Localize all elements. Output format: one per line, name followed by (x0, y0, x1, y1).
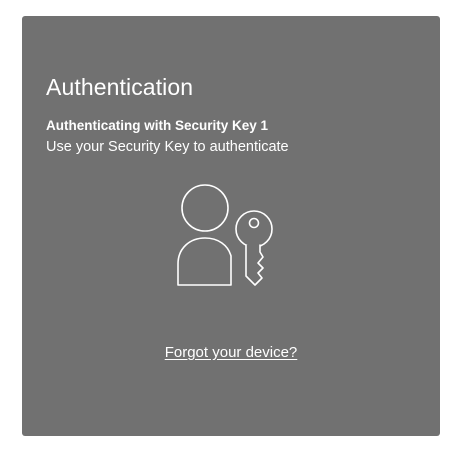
instruction-text: Use your Security Key to authenticate (46, 139, 289, 155)
page-title: Authentication (46, 74, 194, 100)
security-key-subtitle: Authenticating with Security Key 1 (46, 118, 269, 133)
authentication-card: Authentication Authenticating with Secur… (22, 16, 440, 436)
forgot-device-container: Forgot your device? (22, 343, 440, 363)
forgot-device-link[interactable]: Forgot your device? (165, 344, 298, 361)
user-with-key-icon (177, 184, 273, 286)
